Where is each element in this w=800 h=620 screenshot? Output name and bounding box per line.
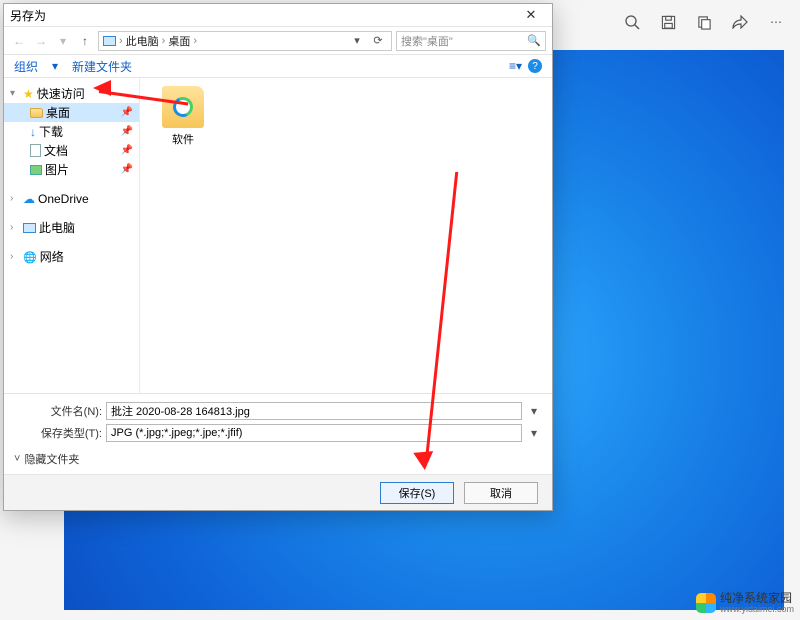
chevron-right-icon: › (162, 35, 166, 47)
folder-tile[interactable]: 软件 (152, 86, 214, 147)
help-icon[interactable]: ? (528, 59, 542, 73)
sidebar-onedrive[interactable]: › OneDrive (4, 189, 139, 208)
filetype-label: 保存类型(T): (14, 425, 102, 441)
dialog-nav: ← → ▾ ↑ › 此电脑 › 桌面 › ▾ ⟳ 搜索"桌面" 🔍 (4, 26, 552, 54)
pin-icon: 📌 (121, 164, 133, 175)
sidebar-quick-access[interactable]: ▾ 快速访问 (4, 84, 139, 103)
chevron-down-icon: ˅ (14, 453, 20, 465)
chevron-down-icon[interactable]: ▾ (52, 59, 58, 73)
dialog-toolbar: 组织 ▾ 新建文件夹 ≡▾ ? (4, 54, 552, 78)
chevron-down-icon[interactable]: ▾ (348, 32, 366, 50)
document-icon (30, 144, 41, 157)
view-options-icon[interactable]: ≡▾ (509, 59, 522, 73)
search-placeholder: 搜索"桌面" (401, 33, 453, 49)
organize-menu[interactable]: 组织 (14, 58, 38, 75)
filename-input[interactable]: 批注 2020-08-28 164813.jpg (106, 402, 522, 420)
chevron-right-icon: › (10, 222, 20, 233)
sidebar-this-pc[interactable]: › 此电脑 (4, 218, 139, 237)
pin-icon: 📌 (121, 145, 133, 156)
share-icon[interactable] (724, 6, 756, 38)
dialog-button-bar: 保存(S) 取消 (4, 474, 552, 510)
sidebar-network[interactable]: › 网络 (4, 247, 139, 266)
chevron-right-icon: › (193, 35, 197, 47)
copy-icon[interactable] (688, 6, 720, 38)
cloud-icon (23, 192, 35, 206)
filetype-select[interactable]: JPG (*.jpg;*.jpeg;*.jpe;*.jfif) (106, 424, 522, 442)
new-folder-button[interactable]: 新建文件夹 (72, 58, 132, 75)
more-icon[interactable]: ⋯ (760, 6, 792, 38)
sidebar-item-label: 快速访问 (37, 85, 85, 102)
sidebar-item-label: 此电脑 (39, 219, 75, 236)
sidebar-item-label: 桌面 (46, 104, 70, 121)
sidebar-item-label: 图片 (45, 161, 69, 178)
chevron-down-icon: ▾ (10, 88, 20, 99)
file-list[interactable]: 软件 (140, 78, 552, 393)
search-icon[interactable]: 🔍 (527, 34, 541, 47)
save-icon[interactable] (652, 6, 684, 38)
nav-back-icon[interactable]: ← (10, 32, 28, 50)
nav-up-icon[interactable]: ↑ (76, 32, 94, 50)
close-icon[interactable]: ✕ (516, 7, 546, 23)
watermark-subtitle: www.yidaimei.com (720, 605, 794, 614)
chevron-down-icon[interactable]: ▾ (526, 426, 542, 440)
sidebar-item-pictures[interactable]: 图片 📌 (4, 160, 139, 179)
chevron-right-icon: › (10, 193, 20, 204)
nav-recent-icon[interactable]: ▾ (54, 32, 72, 50)
filename-label: 文件名(N): (14, 403, 102, 419)
breadcrumb-root[interactable]: 此电脑 (126, 33, 159, 49)
download-icon (30, 125, 36, 139)
sidebar-item-label: OneDrive (38, 192, 89, 206)
picture-icon (30, 165, 42, 175)
browse-folders-toggle[interactable]: ˅ 隐藏文件夹 (4, 444, 552, 474)
pc-icon (103, 36, 116, 46)
sidebar-item-desktop[interactable]: 桌面 📌 (4, 103, 139, 122)
network-icon (23, 250, 37, 264)
watermark-logo-icon (696, 593, 716, 613)
sidebar-item-label: 文档 (44, 142, 68, 159)
sidebar-item-downloads[interactable]: 下载 📌 (4, 122, 139, 141)
star-icon (23, 87, 34, 101)
save-button[interactable]: 保存(S) (380, 482, 454, 504)
chevron-down-icon[interactable]: ▾ (526, 404, 542, 418)
watermark-title: 纯净系统家园 (720, 592, 794, 605)
sidebar: ▾ 快速访问 桌面 📌 下载 📌 文档 📌 (4, 78, 140, 393)
breadcrumb-leaf[interactable]: 桌面 (168, 33, 190, 49)
pc-icon (23, 223, 36, 233)
sidebar-item-documents[interactable]: 文档 📌 (4, 141, 139, 160)
dialog-titlebar: 另存为 ✕ (4, 4, 552, 26)
hide-folders-label: 隐藏文件夹 (24, 451, 79, 467)
folder-icon (30, 108, 43, 118)
nav-forward-icon[interactable]: → (32, 32, 50, 50)
breadcrumb[interactable]: › 此电脑 › 桌面 › ▾ ⟳ (98, 31, 392, 51)
cancel-button[interactable]: 取消 (464, 482, 538, 504)
pin-icon: 📌 (121, 107, 133, 118)
search-input[interactable]: 搜索"桌面" 🔍 (396, 31, 546, 51)
refresh-icon[interactable]: ⟳ (369, 32, 387, 50)
folder-label: 软件 (172, 131, 194, 147)
chevron-right-icon: › (119, 35, 123, 47)
watermark: 纯净系统家园 www.yidaimei.com (696, 592, 794, 614)
folder-icon (162, 86, 204, 128)
save-as-dialog: 另存为 ✕ ← → ▾ ↑ › 此电脑 › 桌面 › ▾ ⟳ 搜索"桌面" 🔍 … (3, 3, 553, 511)
dialog-title: 另存为 (10, 7, 516, 24)
pin-icon: 📌 (121, 126, 133, 137)
dialog-fields: 文件名(N): 批注 2020-08-28 164813.jpg ▾ 保存类型(… (4, 393, 552, 444)
sidebar-item-label: 下载 (39, 123, 63, 140)
sidebar-item-label: 网络 (40, 248, 64, 265)
zoom-icon[interactable] (616, 6, 648, 38)
chevron-right-icon: › (10, 251, 20, 262)
